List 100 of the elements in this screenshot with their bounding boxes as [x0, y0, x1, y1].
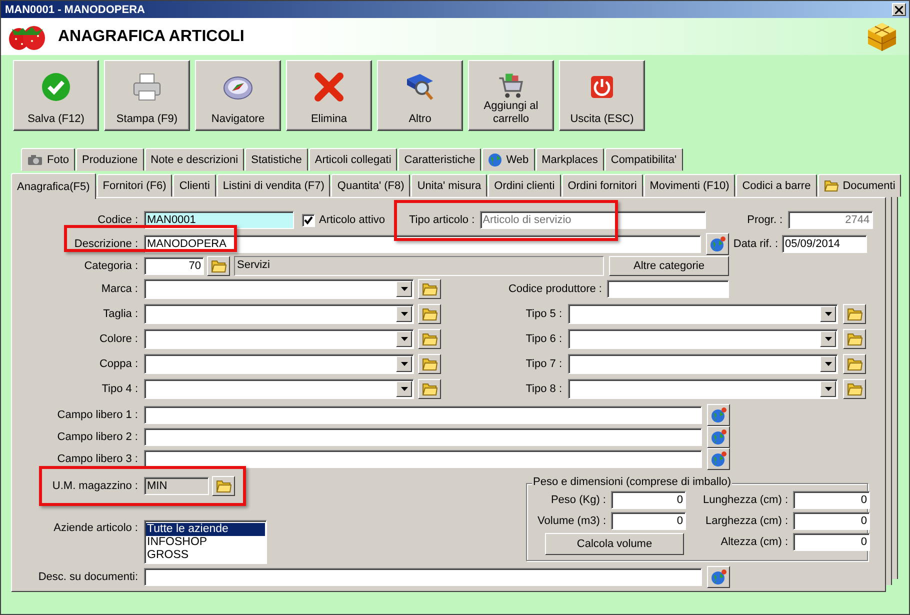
folder-button[interactable]	[843, 379, 866, 399]
dropdown-arrow-icon	[824, 362, 832, 366]
folder-button[interactable]	[418, 279, 441, 299]
dropdown[interactable]	[144, 304, 414, 324]
folder-button[interactable]	[843, 304, 866, 324]
folder-button[interactable]	[843, 354, 866, 374]
toolbar-button[interactable]: Salva (F12)	[13, 60, 99, 131]
free-field[interactable]	[144, 406, 702, 424]
translate-button[interactable]	[706, 233, 729, 255]
folder-button[interactable]	[418, 354, 441, 374]
tab[interactable]: Compatibilita'	[604, 148, 683, 171]
field-label: Codice produttore :	[507, 283, 602, 295]
dropdown[interactable]	[144, 354, 414, 374]
toolbar-button[interactable]: Navigatore	[195, 60, 281, 131]
folder-icon	[216, 479, 232, 493]
translate-button[interactable]	[707, 566, 730, 588]
tab[interactable]: Listini di vendita (F7)	[216, 174, 330, 197]
dropdown[interactable]	[568, 354, 838, 374]
tab[interactable]: Ordini fornitori	[562, 174, 643, 197]
toolbar-button[interactable]: Elimina	[286, 60, 372, 131]
description-field[interactable]: MANODOPERA	[144, 235, 701, 253]
folder-icon	[846, 307, 862, 321]
field-label: Tipo 5 :	[524, 308, 562, 320]
calculate-volume-button[interactable]: Calcola volume	[545, 533, 684, 555]
number-field[interactable]: 0	[611, 491, 686, 509]
checkbox[interactable]	[302, 214, 315, 226]
folder-button[interactable]	[418, 304, 441, 324]
folder-button[interactable]	[843, 329, 866, 349]
free-field[interactable]	[144, 450, 702, 468]
translate-button[interactable]	[707, 404, 730, 426]
number-field[interactable]: 0	[793, 533, 870, 551]
tab[interactable]: Ordini clienti	[488, 174, 561, 197]
toolbar-button[interactable]: Aggiungi al carrello	[468, 60, 554, 131]
document-description-field[interactable]	[144, 568, 702, 586]
folder-icon	[824, 179, 839, 192]
tab[interactable]: Note e descrizioni	[144, 148, 244, 171]
list-item[interactable]: GROSS	[146, 549, 265, 562]
dropdown[interactable]	[568, 379, 838, 399]
tab[interactable]: Unita' misura	[411, 174, 488, 197]
tab[interactable]: Movimenti (F10)	[644, 174, 736, 197]
translate-button[interactable]	[707, 426, 730, 448]
list-item[interactable]: Tutte le aziende	[146, 523, 265, 536]
number-field[interactable]: 0	[611, 512, 686, 530]
tab[interactable]: Articoli collegati	[308, 148, 398, 171]
folder-icon	[422, 282, 438, 296]
tab[interactable]: Anagrafica(F5)	[11, 173, 96, 199]
category-code-field[interactable]: 70	[144, 257, 204, 275]
tab[interactable]: Clienti	[173, 174, 216, 197]
tab[interactable]: Quantita' (F8)	[331, 174, 410, 197]
dropdown-arrow-icon	[824, 337, 832, 341]
dropdown[interactable]	[568, 329, 838, 349]
tab[interactable]: Documenti	[818, 174, 902, 197]
tab[interactable]: Codici a barre	[736, 174, 817, 197]
dropdown-arrow-icon	[400, 387, 408, 391]
tab[interactable]: Foto	[21, 148, 76, 171]
field-label: Tipo 7 :	[524, 358, 562, 370]
checkmark-icon	[40, 71, 72, 103]
folder-button[interactable]	[418, 329, 441, 349]
field-label: Tipo articolo :	[409, 214, 475, 226]
tab[interactable]: Markplaces	[536, 148, 604, 171]
window-title: MAN0001 - MANODOPERA	[5, 4, 146, 16]
dropdown-arrow-icon	[400, 312, 408, 316]
unit-field[interactable]: MIN	[144, 477, 209, 495]
folder-button[interactable]	[418, 379, 441, 399]
field-label: Colore :	[98, 333, 138, 345]
toolbar-button[interactable]: Stampa (F9)	[104, 60, 190, 131]
dropdown[interactable]	[144, 329, 414, 349]
producer-code-field[interactable]	[607, 280, 729, 298]
cube-icon	[867, 22, 897, 52]
number-field[interactable]: 0	[793, 491, 870, 509]
close-button[interactable]	[892, 3, 906, 16]
other-categories-button[interactable]: Altre categorie	[609, 256, 729, 276]
free-field[interactable]	[144, 428, 702, 446]
tab[interactable]: Web	[482, 148, 535, 171]
translate-button[interactable]	[707, 448, 730, 470]
folder-icon	[422, 382, 438, 396]
dropdown[interactable]	[144, 279, 414, 299]
code-field[interactable]: MAN0001	[144, 211, 294, 229]
close-icon	[895, 6, 903, 14]
field-label: Codice :	[96, 214, 138, 226]
tab[interactable]: Produzione	[76, 148, 144, 171]
toolbar-button[interactable]: Uscita (ESC)	[559, 60, 645, 131]
dropdown[interactable]	[144, 379, 414, 399]
list-item[interactable]: INFOSHOP	[146, 536, 265, 549]
field-label: Tipo 8 :	[524, 383, 562, 395]
folder-icon	[210, 259, 226, 273]
toolbar-button[interactable]: Altro	[377, 60, 463, 131]
printer-icon	[131, 71, 163, 103]
number-field[interactable]: 0	[793, 512, 870, 530]
tab[interactable]: Caratteristiche	[398, 148, 482, 171]
folder-icon	[422, 307, 438, 321]
tab[interactable]: Statistiche	[245, 148, 308, 171]
date-field[interactable]: 05/09/2014	[782, 235, 867, 253]
folder-button[interactable]	[212, 476, 235, 496]
folder-icon	[422, 332, 438, 346]
field-label: Tipo 6 :	[524, 333, 562, 345]
dropdown[interactable]	[568, 304, 838, 324]
tab[interactable]: Fornitori (F6)	[96, 174, 172, 197]
dropdown-arrow-icon	[400, 362, 408, 366]
folder-button[interactable]	[207, 256, 230, 276]
